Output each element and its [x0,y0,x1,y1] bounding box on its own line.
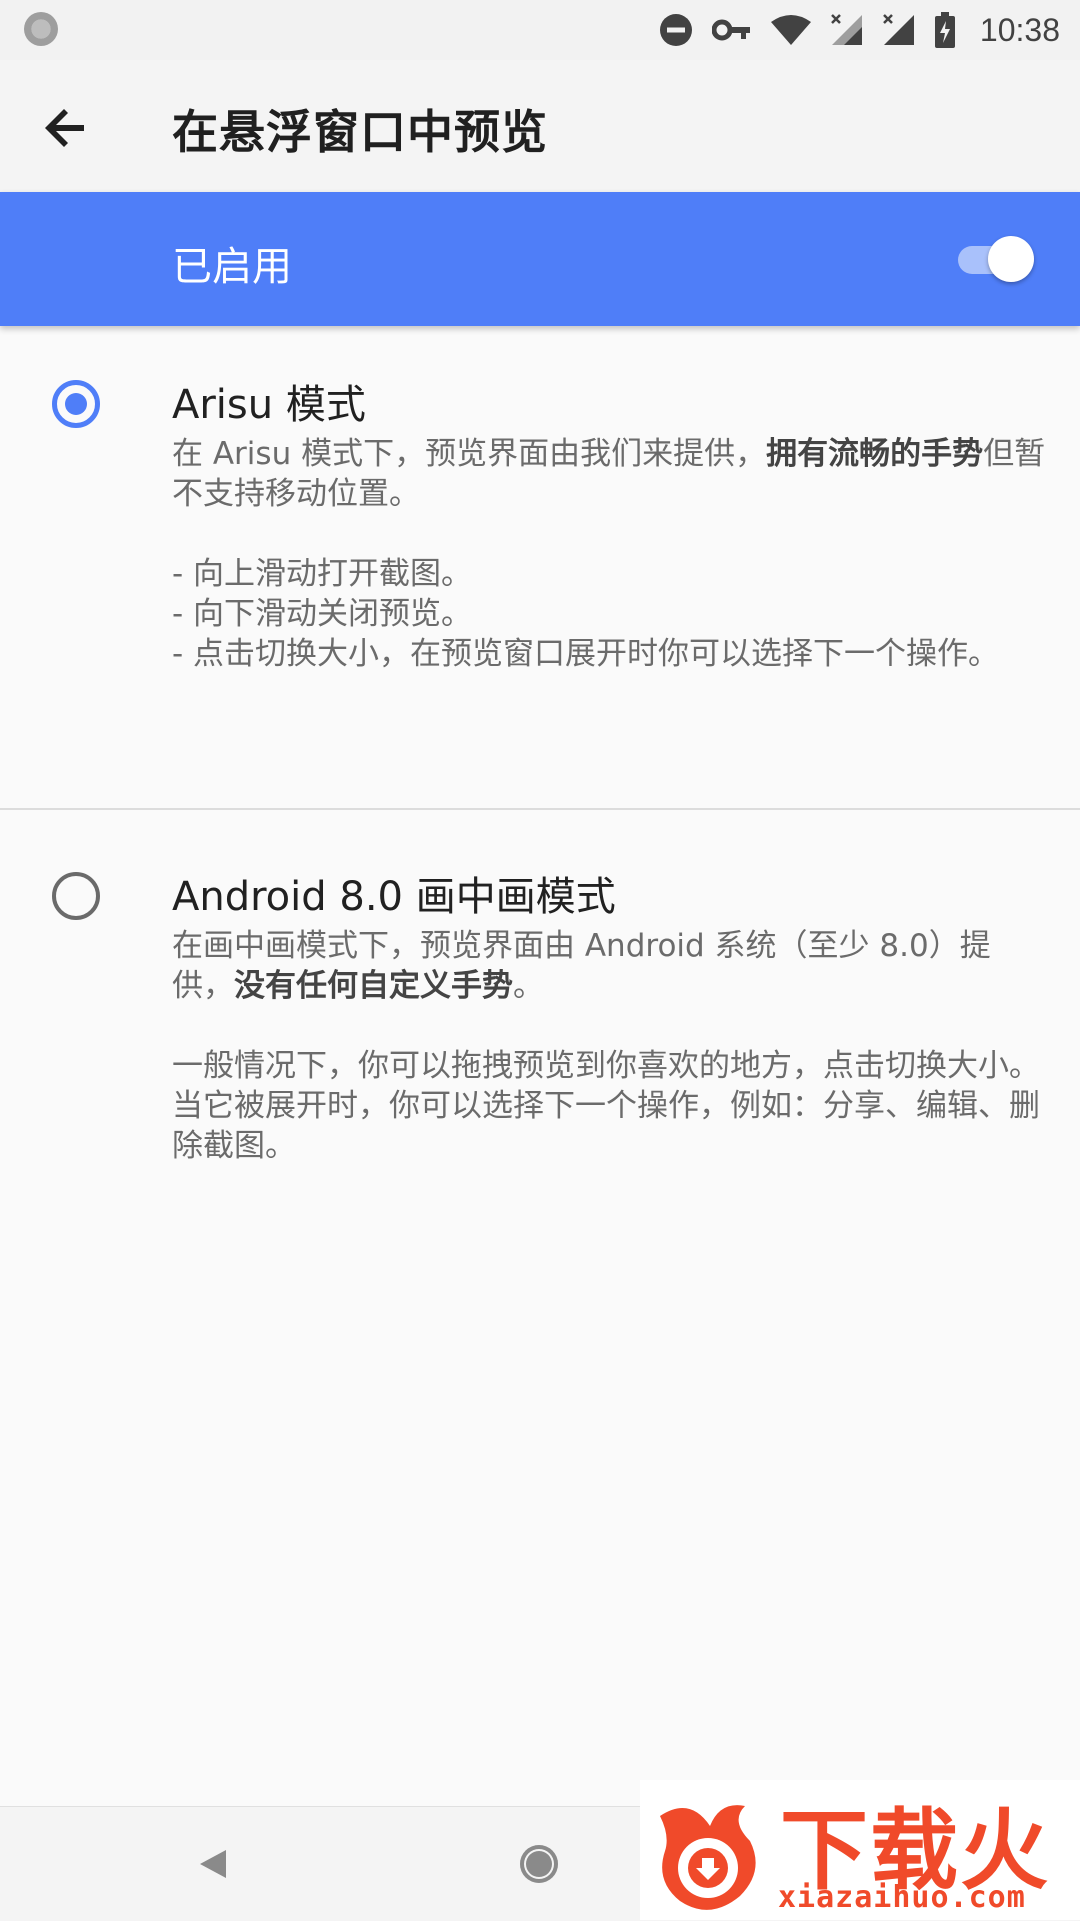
arrow-back-icon [45,109,84,147]
description-paragraph: 一般情况下，你可以拖拽预览到你喜欢的地方，点击切换大小。当它被展开时，你可以选择… [172,1048,1040,1164]
description-bold-text: 没有任何自定义手势 [234,968,513,1004]
status-icons: 10:38 [658,8,1060,52]
option-description: 在画中画模式下，预览界面由 Android 系统（至少 8.0）提供，没有任何自… [172,926,1052,1166]
signal-2-icon [883,14,914,45]
option-title: Android 8.0 画中画模式 [172,874,616,920]
gesture-list-item: - 点击切换大小，在预览窗口展开时你可以选择下一个操作。 [172,636,1000,672]
page-title: 在悬浮窗口中预览 [172,105,548,159]
gesture-list-item: - 向上滑动打开截图。 [172,556,473,592]
battery-charging-icon [934,12,955,48]
vpn-key-icon [711,19,750,41]
option-title: Arisu 模式 [172,382,366,428]
option-description: 在 Arisu 模式下，预览界面由我们来提供，拥有流畅的手势但暂不支持移动位置。… [172,434,1052,674]
radio-button-selected[interactable] [52,380,100,428]
master-switch-bar[interactable]: 已启用 [0,192,1080,326]
signal-1-icon [831,14,862,45]
master-toggle[interactable] [956,232,1036,286]
gesture-list-item: - 向下滑动关闭预览。 [172,596,473,632]
notification-dot-icon [24,12,58,46]
toggle-thumb [988,236,1034,282]
radio-button-unselected[interactable] [52,872,100,920]
back-button[interactable] [26,88,106,168]
nav-home-icon[interactable] [520,1845,558,1883]
description-bold-text: 拥有流畅的手势 [766,436,984,472]
flame-logo-icon [660,1805,756,1910]
option-pip-mode[interactable]: Android 8.0 画中画模式 在画中画模式下，预览界面由 Android … [0,810,1080,1210]
do-not-disturb-icon [659,14,692,46]
master-switch-label: 已启用 [172,244,292,290]
nav-back-icon[interactable] [196,1847,230,1881]
watermark-url: xiazaihuo.com [778,1880,1026,1915]
wifi-icon [770,15,811,45]
option-arisu-mode[interactable]: Arisu 模式 在 Arisu 模式下，预览界面由我们来提供，拥有流畅的手势但… [0,326,1080,808]
status-time: 10:38 [979,11,1060,48]
watermark: 下载火 xiazaihuo.com [640,1780,1080,1920]
app-bar: 在悬浮窗口中预览 [0,60,1080,192]
description-text: 。 [513,968,544,1004]
description-text: 在 Arisu 模式下，预览界面由我们来提供， [172,436,767,472]
status-bar: 10:38 [0,0,1080,60]
